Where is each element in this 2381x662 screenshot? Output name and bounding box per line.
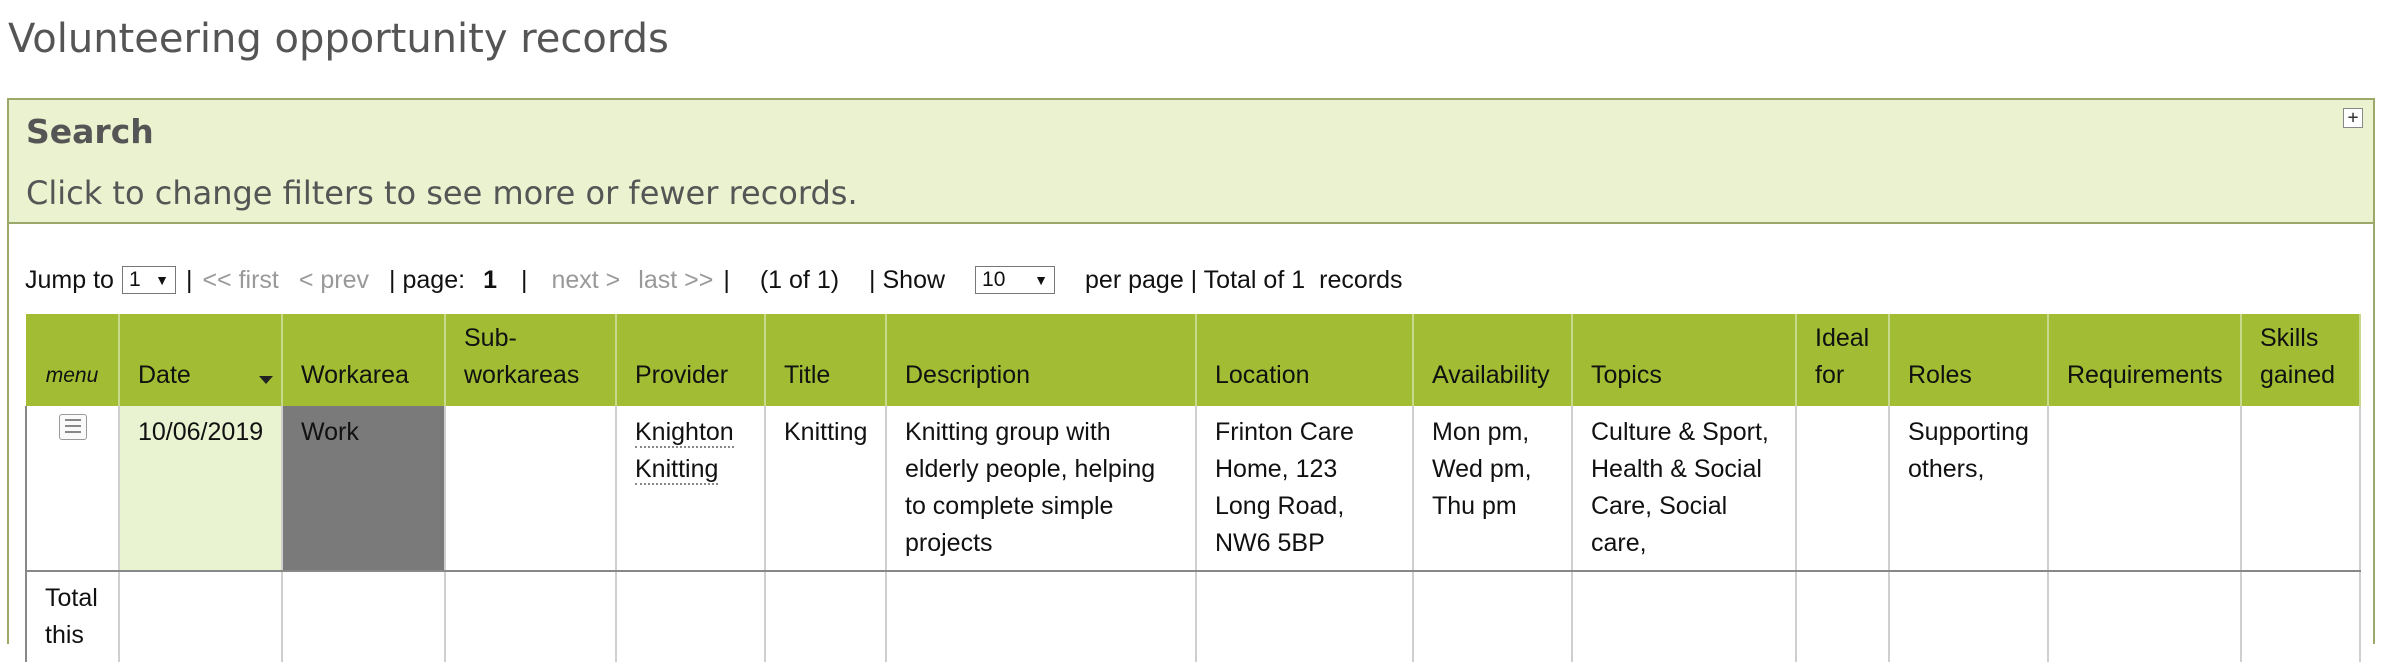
row-menu-icon[interactable] (58, 414, 87, 440)
total-cell (886, 571, 1197, 662)
search-hint[interactable]: Click to change filters to see more or f… (26, 174, 858, 212)
prev-page-link[interactable]: < prev (299, 266, 369, 295)
pagination-bar: Jump to 1 ▼ | << first < prev | page: 1 … (25, 262, 1403, 298)
table-row[interactable]: 10/06/2019 Work Knighton Knitting Knitti… (25, 406, 2361, 572)
column-header-roles[interactable]: Roles (1889, 314, 2049, 406)
cell-availability: Mon pm, Wed pm, Thu pm (1413, 406, 1573, 572)
column-header-location[interactable]: Location (1196, 314, 1414, 406)
total-cell (282, 571, 446, 662)
cell-ideal-for (1796, 406, 1890, 572)
cell-description: Knitting group with elderly people, help… (886, 406, 1197, 572)
cell-roles: Supporting others, (1889, 406, 2049, 572)
search-panel[interactable]: Search Click to change filters to see mo… (7, 98, 2375, 224)
column-header-workarea[interactable]: Workarea (282, 314, 446, 406)
cell-skills-gained (2241, 406, 2361, 572)
total-row: Total this (25, 571, 2361, 662)
column-header-skills-gained[interactable]: Skills gained (2241, 314, 2361, 406)
cell-title: Knitting (765, 406, 887, 572)
chevron-down-icon: ▼ (1034, 272, 1049, 288)
column-header-topics[interactable]: Topics (1572, 314, 1797, 406)
column-header-provider[interactable]: Provider (616, 314, 766, 406)
cell-workarea: Work (282, 406, 446, 572)
search-title: Search (26, 112, 154, 151)
pager-separator: | (723, 265, 730, 294)
jump-to-value: 1 (128, 268, 141, 291)
total-cell (616, 571, 766, 662)
table-header-row: menu Date Workarea Sub-workareas Provide… (26, 314, 2361, 406)
next-page-link[interactable]: next > (551, 266, 620, 295)
cell-subworkareas (445, 406, 617, 572)
records-label: records (1319, 265, 1403, 294)
total-cell (765, 571, 887, 662)
column-header-subworkareas[interactable]: Sub-workareas (445, 314, 617, 406)
jump-to-label: Jump to (25, 265, 114, 294)
pager-separator: | (520, 265, 528, 294)
cell-date: 10/06/2019 (119, 406, 283, 572)
cell-requirements (2048, 406, 2242, 572)
column-header-date[interactable]: Date (119, 314, 283, 406)
page-title: Volunteering opportunity records (8, 16, 669, 62)
jump-to-select[interactable]: 1 ▼ (121, 266, 176, 294)
total-cell (2241, 571, 2361, 662)
column-header-description[interactable]: Description (886, 314, 1197, 406)
first-page-link[interactable]: << first (202, 266, 278, 295)
column-header-requirements[interactable]: Requirements (2048, 314, 2242, 406)
column-header-availability[interactable]: Availability (1413, 314, 1573, 406)
pager-separator: | (185, 265, 193, 294)
cell-location: Frinton Care Home, 123 Long Road, NW6 5B… (1196, 406, 1414, 572)
page-label: | page: (389, 265, 466, 294)
total-cell (119, 571, 283, 662)
last-page-link[interactable]: last >> (638, 266, 713, 295)
per-page-select[interactable]: 10 ▼ (975, 266, 1056, 294)
expand-icon[interactable]: + (2343, 108, 2363, 128)
total-records-label: per page | Total of 1 (1085, 265, 1306, 294)
total-cell (1889, 571, 2049, 662)
cell-provider: Knighton Knitting (616, 406, 766, 572)
column-header-title[interactable]: Title (765, 314, 887, 406)
per-page-value: 10 (982, 268, 1006, 291)
total-cell (1413, 571, 1573, 662)
records-table: menu Date Workarea Sub-workareas Provide… (25, 314, 2361, 662)
current-page-number: 1 (483, 265, 497, 294)
row-menu-cell[interactable] (25, 406, 120, 572)
total-cell (1572, 571, 1797, 662)
total-cell (445, 571, 617, 662)
provider-link[interactable]: Knighton Knitting (635, 418, 734, 485)
total-label-cell: Total this (25, 571, 120, 662)
column-header-menu: menu (26, 314, 120, 406)
total-cell (1796, 571, 1890, 662)
page-count: (1 of 1) (759, 265, 840, 294)
chevron-down-icon: ▼ (155, 272, 169, 288)
cell-topics: Culture & Sport, Health & Social Care, S… (1572, 406, 1797, 572)
total-cell (2048, 571, 2242, 662)
sort-descending-icon[interactable] (259, 376, 273, 384)
column-header-ideal-for[interactable]: Ideal for (1796, 314, 1890, 406)
column-header-date-label: Date (138, 361, 191, 389)
total-cell (1196, 571, 1414, 662)
show-label: | Show (869, 265, 946, 294)
